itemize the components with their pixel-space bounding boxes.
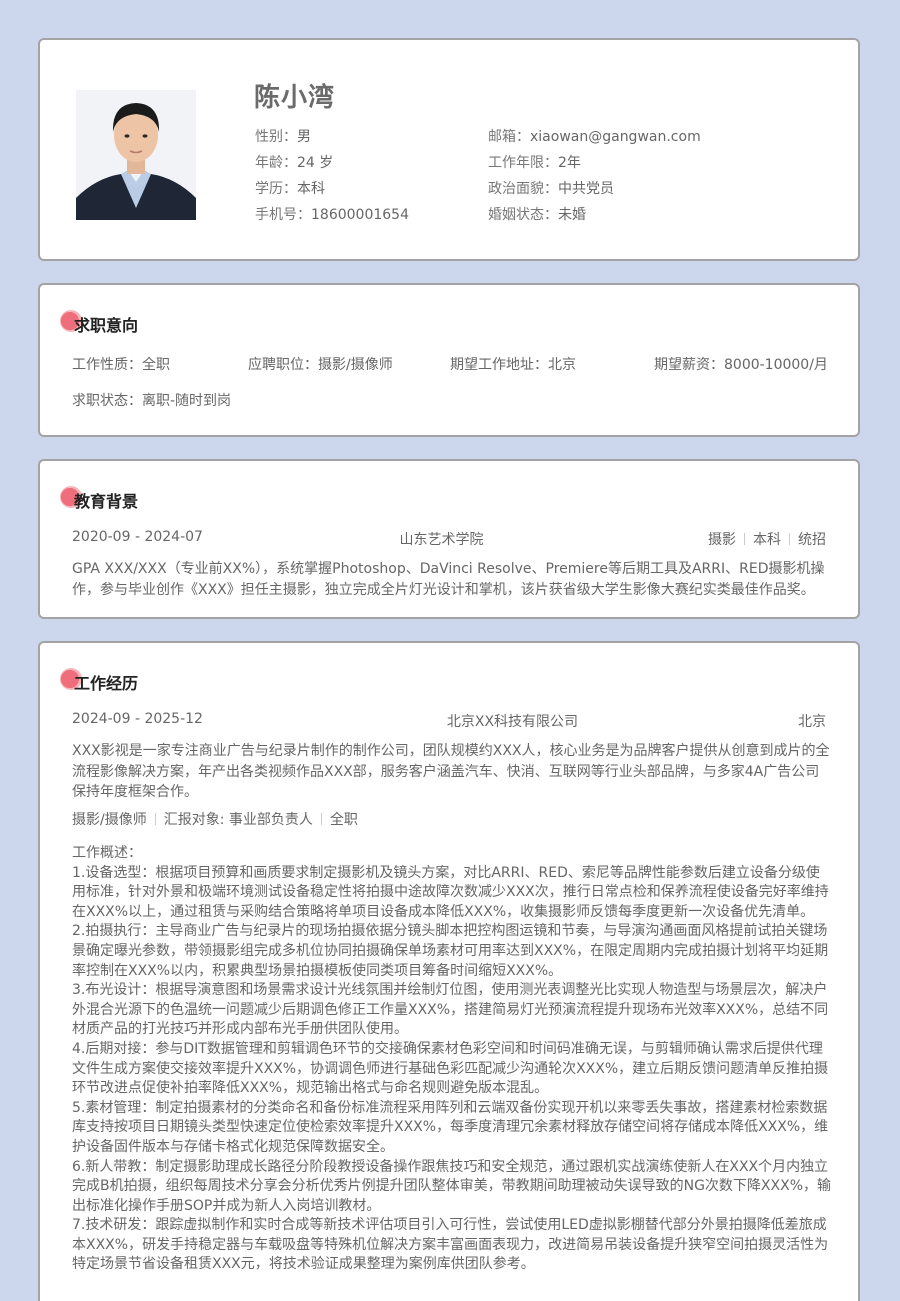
job-position: 应聘职位：摄影/摄像师 [248,354,393,374]
email-label: 邮箱： [488,129,530,145]
work-role-tags: 摄影/摄像师 汇报对象: 事业部负责人 全职 [72,809,358,829]
work-item: 3.布光设计：根据导演意图和场景需求设计光线氛围并绘制灯位图，使用测光表调整光比… [72,982,829,1038]
phone-label: 手机号： [255,207,311,223]
job-location: 期望工作地址：北京 [450,354,576,374]
degree-label: 学历： [255,181,297,197]
job-location-label: 期望工作地址： [450,357,548,373]
work-item: 1.设备选型：根据项目预算和画质要求制定摄影机及镜头方案，对比ARRI、RED、… [72,864,829,920]
work-period: 2024-09 - 2025-12 [72,711,203,727]
job-status-value: 离职-随时到岗 [142,393,232,409]
avatar-portrait-icon [76,90,196,220]
education-tags: 摄影 本科 统招 [708,529,826,549]
job-type-value: 全职 [142,357,170,373]
tag-divider [743,533,745,545]
politics-row: 政治面貌：中共党员 [488,178,614,198]
job-salary-value: 8000-10000/月 [724,357,828,373]
degree-value: 本科 [297,181,325,197]
work-experience-card: 工作经历 2024-09 - 2025-12 北京XX科技有限公司 北京 XXX… [38,641,860,1301]
age-label: 年龄： [255,155,297,171]
profile-card: 陈小湾 性别：男 年龄：24 岁 学历：本科 手机号：18600001654 邮… [38,38,860,261]
job-type: 工作性质：全职 [72,354,170,374]
job-salary: 期望薪资：8000-10000/月 [654,354,828,374]
section-title-work: 工作经历 [74,674,139,693]
politics-value: 中共党员 [558,181,614,197]
tag-divider [154,813,156,825]
politics-label: 政治面貌： [488,181,558,197]
job-status-label: 求职状态： [72,393,142,409]
work-city: 北京 [797,714,826,730]
candidate-name: 陈小湾 [254,83,336,113]
company-description: XXX影视是一家专注商业广告与纪录片制作的制作公司，团队规模约XXX人，核心业务… [72,743,830,800]
work-item: 6.新人带教：制定摄影助理成长路径分阶段教授设备操作跟焦技巧和安全规范，通过跟机… [72,1158,831,1214]
job-intent-card: 求职意向 工作性质：全职 应聘职位：摄影/摄像师 期望工作地址：北京 期望薪资：… [38,283,860,437]
work-role-tag: 汇报对象: 事业部负责人 [163,812,313,828]
education-header-row: 2020-09 - 2024-07 山东艺术学院 摄影 本科 统招 [72,529,826,549]
years-label: 工作年限： [488,155,558,171]
email-value[interactable]: xiaowan@gangwan.com [530,129,701,145]
job-salary-label: 期望薪资： [654,357,724,373]
work-overview: 工作概述： 1.设备选型：根据项目预算和画质要求制定摄影机及镜头方案，对比ARR… [72,844,832,1275]
education-tag: 摄影 [707,532,736,548]
work-role-tag: 全职 [329,812,358,828]
education-school: 山东艺术学院 [399,532,484,548]
job-location-value: 北京 [548,357,576,373]
education-card: 教育背景 2020-09 - 2024-07 山东艺术学院 摄影 本科 统招 G… [38,459,860,619]
work-item: 4.后期对接：参与DIT数据管理和剪辑调色环节的交接确保素材色彩空间和时间码准确… [72,1040,829,1097]
years-value: 2年 [558,155,581,171]
age-value: 24 岁 [297,155,334,171]
education-description: GPA XXX/XXX（专业前XX%），系统掌握Photoshop、DaVinc… [72,561,825,598]
work-item: 5.素材管理：制定拍摄素材的分类命名和备份标准流程采用阵列和云端双备份实现开机以… [72,1099,829,1155]
work-item: 2.拍摄执行：主导商业广告与纪录片的现场拍摄依据分镜头脚本把控构图运镜和节奏，与… [72,923,829,979]
work-item: 7.技术研发：跟踪虚拟制作和实时合成等新技术评估项目引入可行性，尝试使用LED虚… [72,1217,829,1273]
section-title-intent: 求职意向 [74,316,139,335]
job-status: 求职状态：离职-随时到岗 [72,390,231,410]
age-row: 年龄：24 岁 [255,152,333,172]
work-company: 北京XX科技有限公司 [446,714,579,730]
email-row: 邮箱：xiaowan@gangwan.com [488,126,701,146]
work-header-row: 2024-09 - 2025-12 北京XX科技有限公司 北京 [72,711,826,731]
gender-row: 性别：男 [255,126,311,146]
job-position-label: 应聘职位： [248,357,318,373]
gender-label: 性别： [255,129,297,145]
phone-value: 18600001654 [311,207,409,223]
gender-value: 男 [297,129,311,145]
avatar [76,90,196,220]
education-period: 2020-09 - 2024-07 [72,529,203,545]
phone-row: 手机号：18600001654 [255,204,409,224]
marital-label: 婚姻状态： [488,207,558,223]
education-tag: 统招 [797,532,826,548]
marital-value: 未婚 [558,207,586,223]
job-position-value: 摄影/摄像师 [318,357,393,373]
education-tag: 本科 [752,532,781,548]
years-row: 工作年限：2年 [488,152,581,172]
section-title-education: 教育背景 [74,492,139,511]
marital-row: 婚姻状态：未婚 [488,204,586,224]
job-type-label: 工作性质： [72,357,142,373]
work-role-tag: 摄影/摄像师 [72,812,147,828]
work-overview-label: 工作概述： [72,845,142,861]
degree-row: 学历：本科 [255,178,325,198]
tag-divider [788,533,790,545]
tag-divider [320,813,322,825]
